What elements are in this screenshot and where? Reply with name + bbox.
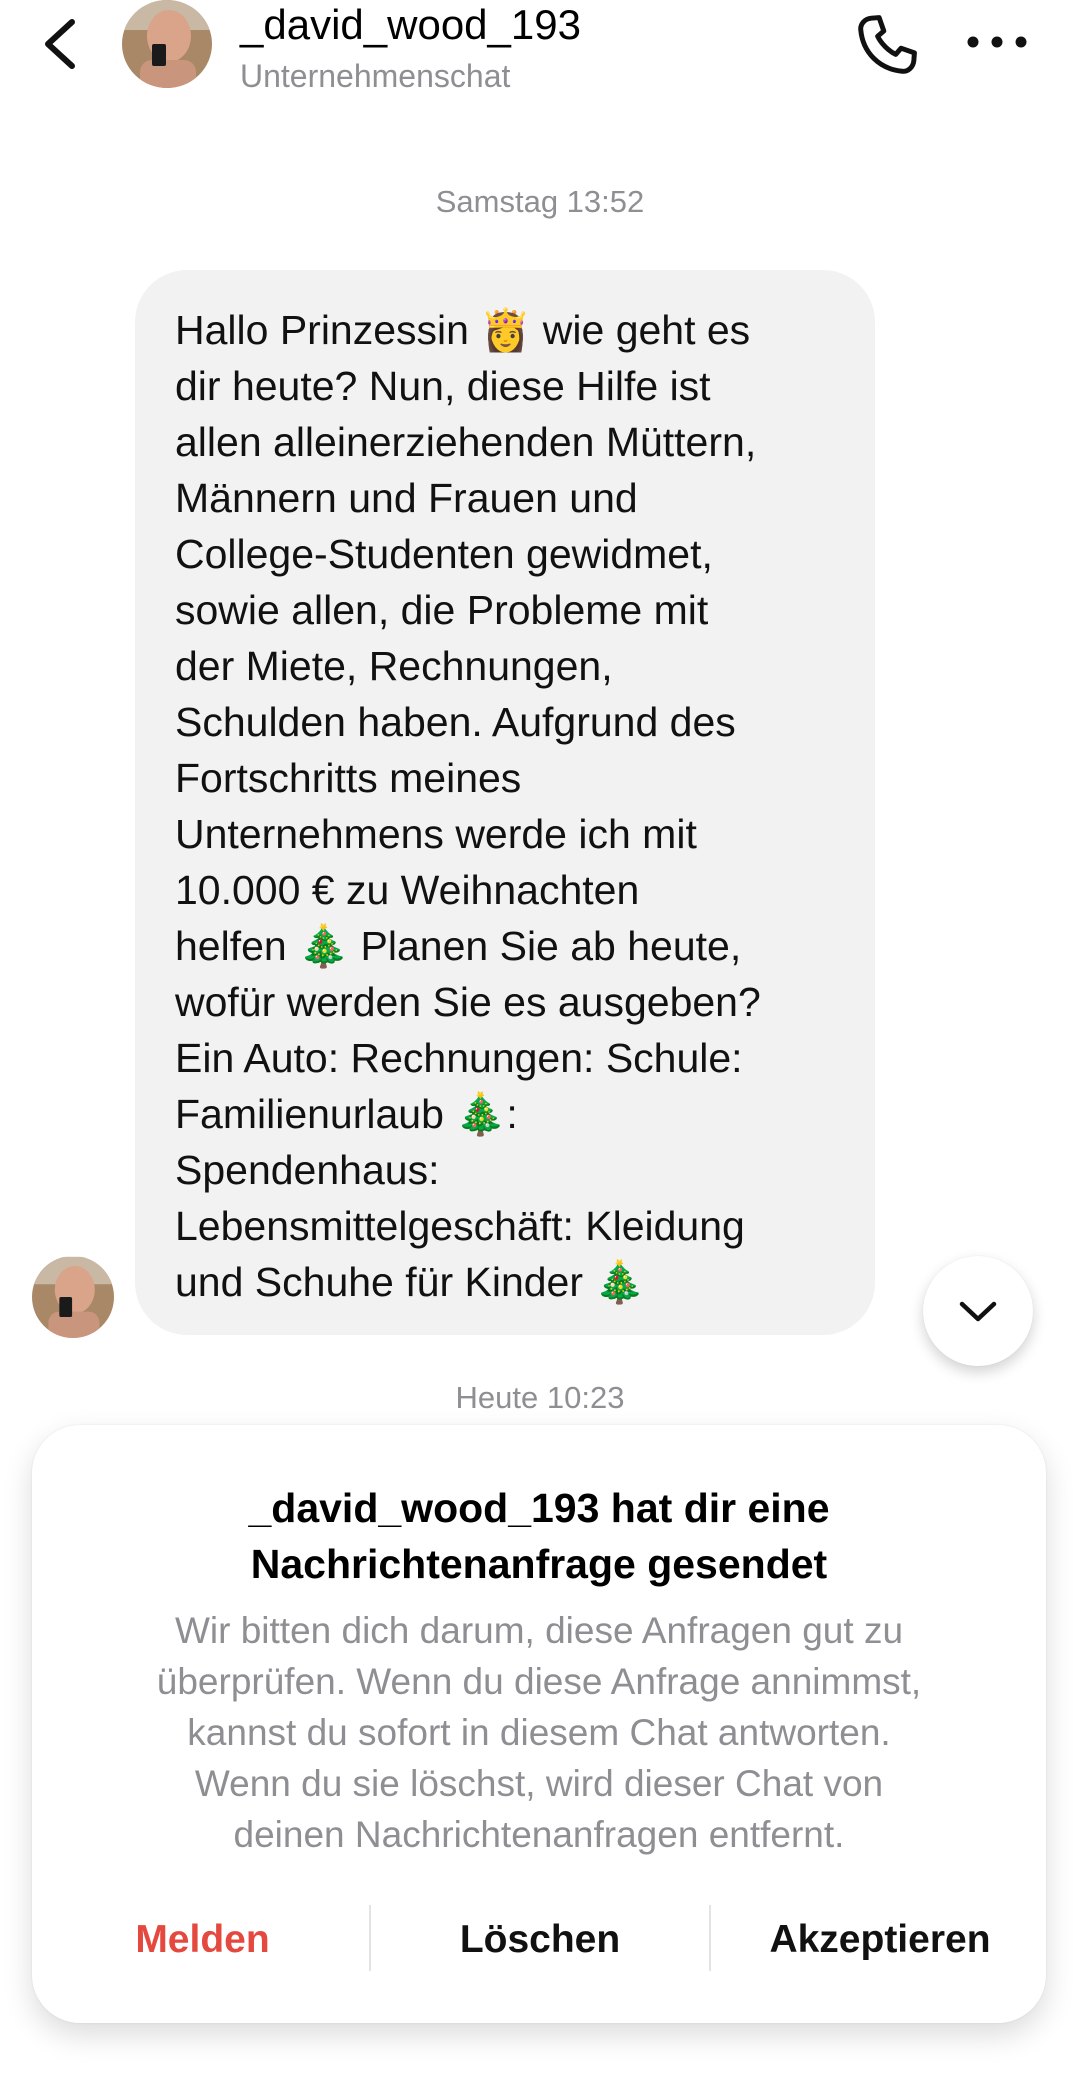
request-description-line: deinen Nachrichtenanfragen entfernt.: [233, 1814, 845, 1855]
action-divider: [369, 1905, 371, 1971]
message-bubble[interactable]: Hallo Prinzessin 👸 wie geht es dir heute…: [135, 270, 875, 1335]
message-text: Hallo Prinzessin 👸 wie geht es dir heute…: [175, 307, 761, 1305]
report-button[interactable]: Melden: [95, 1912, 310, 1968]
sender-avatar[interactable]: [32, 1256, 114, 1338]
action-divider: [709, 1905, 711, 1971]
delete-button[interactable]: Löschen: [430, 1912, 650, 1968]
message-timestamp: Samstag 13:52: [435, 184, 645, 219]
message-timestamp: Heute 10:23: [455, 1380, 625, 1415]
chat-subtitle: Unternehmenschat: [240, 58, 511, 94]
back-button[interactable]: [38, 14, 88, 74]
chat-username[interactable]: _david_wood_193: [240, 0, 581, 50]
request-title-line: _david_wood_193 hat dir eine: [248, 1485, 830, 1531]
request-title-line: Nachrichtenanfrage gesendet: [250, 1541, 828, 1587]
request-description-line: Wir bitten dich darum, diese Anfragen gu…: [174, 1610, 904, 1651]
chevron-left-icon: [45, 19, 75, 69]
call-button[interactable]: [852, 10, 922, 80]
request-description-line: kannst du sofort in diesem Chat antworte…: [187, 1712, 891, 1753]
accept-button[interactable]: Akzeptieren: [750, 1912, 1010, 1968]
avatar[interactable]: [122, 0, 212, 88]
chevron-down-icon: [959, 1301, 997, 1322]
more-options-button[interactable]: [962, 22, 1032, 62]
more-horizontal-icon: [967, 36, 1027, 48]
request-description-line: Wenn du sie löschst, wird dieser Chat vo…: [194, 1763, 884, 1804]
request-description-line: überprüfen. Wenn du diese Anfrage annimm…: [156, 1661, 922, 1702]
chat-header: _david_wood_193 Unternehmenschat: [0, 0, 1080, 110]
scroll-to-bottom-button[interactable]: [923, 1256, 1033, 1366]
request-title: _david_wood_193 hat dir eine Nachrichten…: [32, 1480, 1046, 1592]
phone-icon: [858, 15, 917, 74]
request-description: Wir bitten dich darum, diese Anfragen gu…: [82, 1605, 996, 1860]
